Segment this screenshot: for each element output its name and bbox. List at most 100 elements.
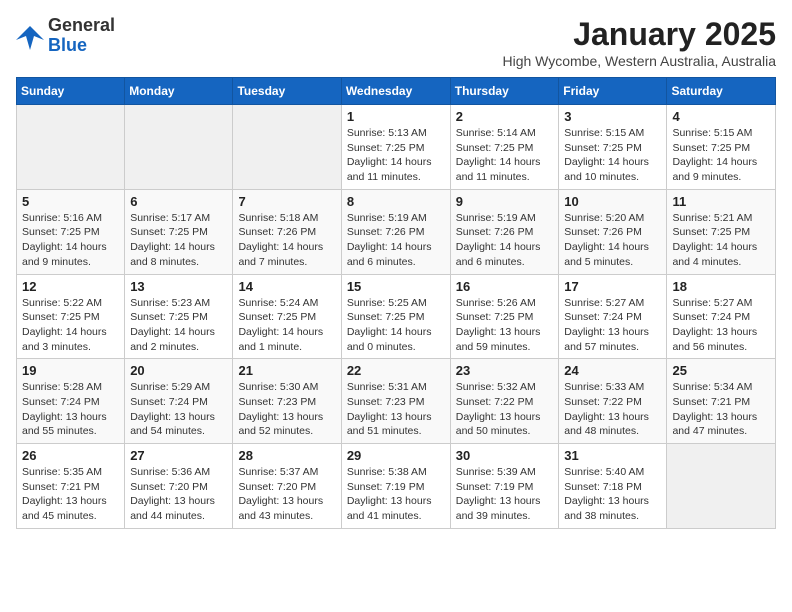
day-info: Sunrise: 5:15 AMSunset: 7:25 PMDaylight:… — [672, 126, 770, 185]
day-info: Sunrise: 5:25 AMSunset: 7:25 PMDaylight:… — [347, 296, 445, 355]
day-info: Sunrise: 5:40 AMSunset: 7:18 PMDaylight:… — [564, 465, 661, 524]
calendar-cell — [17, 105, 125, 190]
calendar-cell: 13 Sunrise: 5:23 AMSunset: 7:25 PMDayligh… — [125, 274, 233, 359]
day-info: Sunrise: 5:23 AMSunset: 7:25 PMDaylight:… — [130, 296, 227, 355]
day-number: 18 — [672, 279, 770, 294]
day-number: 14 — [238, 279, 335, 294]
day-number: 27 — [130, 448, 227, 463]
calendar-cell: 20 Sunrise: 5:29 AMSunset: 7:24 PMDayligh… — [125, 359, 233, 444]
day-info: Sunrise: 5:28 AMSunset: 7:24 PMDaylight:… — [22, 380, 119, 439]
day-info: Sunrise: 5:18 AMSunset: 7:26 PMDaylight:… — [238, 211, 335, 270]
day-info: Sunrise: 5:29 AMSunset: 7:24 PMDaylight:… — [130, 380, 227, 439]
day-number: 28 — [238, 448, 335, 463]
day-info: Sunrise: 5:33 AMSunset: 7:22 PMDaylight:… — [564, 380, 661, 439]
calendar-cell: 19 Sunrise: 5:28 AMSunset: 7:24 PMDayligh… — [17, 359, 125, 444]
logo-blue-text: Blue — [48, 35, 87, 55]
calendar-cell: 26Sunrise: 5:35 AMSunset: 7:21 PMDayligh… — [17, 444, 125, 529]
day-info: Sunrise: 5:17 AMSunset: 7:25 PMDaylight:… — [130, 211, 227, 270]
day-info: Sunrise: 5:37 AMSunset: 7:20 PMDaylight:… — [238, 465, 335, 524]
day-number: 10 — [564, 194, 661, 209]
weekday-header-saturday: Saturday — [667, 78, 776, 105]
day-info: Sunrise: 5:38 AMSunset: 7:19 PMDaylight:… — [347, 465, 445, 524]
calendar-cell: 23 Sunrise: 5:32 AMSunset: 7:22 PMDayligh… — [450, 359, 559, 444]
day-number: 11 — [672, 194, 770, 209]
calendar-cell: 9 Sunrise: 5:19 AMSunset: 7:26 PMDaylight… — [450, 189, 559, 274]
calendar-cell: 17 Sunrise: 5:27 AMSunset: 7:24 PMDayligh… — [559, 274, 667, 359]
day-number: 24 — [564, 363, 661, 378]
day-number: 1 — [347, 109, 445, 124]
day-number: 31 — [564, 448, 661, 463]
calendar-cell — [125, 105, 233, 190]
calendar-cell: 6 Sunrise: 5:17 AMSunset: 7:25 PMDaylight… — [125, 189, 233, 274]
calendar-week-row: 26Sunrise: 5:35 AMSunset: 7:21 PMDayligh… — [17, 444, 776, 529]
day-number: 6 — [130, 194, 227, 209]
day-info: Sunrise: 5:26 AMSunset: 7:25 PMDaylight:… — [456, 296, 554, 355]
calendar-cell: 22 Sunrise: 5:31 AMSunset: 7:23 PMDayligh… — [341, 359, 450, 444]
day-number: 17 — [564, 279, 661, 294]
calendar-week-row: 1Sunrise: 5:13 AMSunset: 7:25 PMDaylight… — [17, 105, 776, 190]
day-info: Sunrise: 5:36 AMSunset: 7:20 PMDaylight:… — [130, 465, 227, 524]
calendar-cell: 3Sunrise: 5:15 AMSunset: 7:25 PMDaylight… — [559, 105, 667, 190]
calendar-cell: 4 Sunrise: 5:15 AMSunset: 7:25 PMDaylight… — [667, 105, 776, 190]
calendar-week-row: 5 Sunrise: 5:16 AMSunset: 7:25 PMDaylight… — [17, 189, 776, 274]
weekday-header-friday: Friday — [559, 78, 667, 105]
logo-general-text: General — [48, 15, 115, 35]
day-number: 22 — [347, 363, 445, 378]
calendar-cell: 16 Sunrise: 5:26 AMSunset: 7:25 PMDayligh… — [450, 274, 559, 359]
calendar-cell: 8Sunrise: 5:19 AMSunset: 7:26 PMDaylight… — [341, 189, 450, 274]
calendar-cell: 5 Sunrise: 5:16 AMSunset: 7:25 PMDaylight… — [17, 189, 125, 274]
calendar-cell: 12 Sunrise: 5:22 AMSunset: 7:25 PMDayligh… — [17, 274, 125, 359]
calendar-cell: 28 Sunrise: 5:37 AMSunset: 7:20 PMDayligh… — [233, 444, 341, 529]
day-info: Sunrise: 5:16 AMSunset: 7:25 PMDaylight:… — [22, 211, 119, 270]
day-info: Sunrise: 5:30 AMSunset: 7:23 PMDaylight:… — [238, 380, 335, 439]
day-info: Sunrise: 5:20 AMSunset: 7:26 PMDaylight:… — [564, 211, 661, 270]
day-number: 2 — [456, 109, 554, 124]
calendar-cell: 24 Sunrise: 5:33 AMSunset: 7:22 PMDayligh… — [559, 359, 667, 444]
day-number: 12 — [22, 279, 119, 294]
title-block: January 2025 High Wycombe, Western Austr… — [502, 16, 776, 69]
calendar-cell: 2 Sunrise: 5:14 AMSunset: 7:25 PMDaylight… — [450, 105, 559, 190]
day-number: 13 — [130, 279, 227, 294]
calendar-cell: 18 Sunrise: 5:27 AMSunset: 7:24 PMDayligh… — [667, 274, 776, 359]
day-info: Sunrise: 5:19 AMSunset: 7:26 PMDaylight:… — [347, 211, 445, 270]
logo-icon — [16, 22, 44, 50]
day-number: 4 — [672, 109, 770, 124]
day-info: Sunrise: 5:31 AMSunset: 7:23 PMDaylight:… — [347, 380, 445, 439]
day-info: Sunrise: 5:22 AMSunset: 7:25 PMDaylight:… — [22, 296, 119, 355]
calendar-cell: 29 Sunrise: 5:38 AMSunset: 7:19 PMDayligh… — [341, 444, 450, 529]
day-number: 19 — [22, 363, 119, 378]
weekday-header-wednesday: Wednesday — [341, 78, 450, 105]
calendar-cell: 14Sunrise: 5:24 AMSunset: 7:25 PMDayligh… — [233, 274, 341, 359]
day-number: 23 — [456, 363, 554, 378]
day-info: Sunrise: 5:34 AMSunset: 7:21 PMDaylight:… — [672, 380, 770, 439]
day-number: 9 — [456, 194, 554, 209]
calendar-cell: 30Sunrise: 5:39 AMSunset: 7:19 PMDayligh… — [450, 444, 559, 529]
weekday-header-row: SundayMondayTuesdayWednesdayThursdayFrid… — [17, 78, 776, 105]
weekday-header-monday: Monday — [125, 78, 233, 105]
calendar-cell: 7Sunrise: 5:18 AMSunset: 7:26 PMDaylight… — [233, 189, 341, 274]
day-number: 5 — [22, 194, 119, 209]
calendar-week-row: 19 Sunrise: 5:28 AMSunset: 7:24 PMDayligh… — [17, 359, 776, 444]
day-info: Sunrise: 5:14 AMSunset: 7:25 PMDaylight:… — [456, 126, 554, 185]
calendar-cell: 25Sunrise: 5:34 AMSunset: 7:21 PMDayligh… — [667, 359, 776, 444]
calendar-cell: 10 Sunrise: 5:20 AMSunset: 7:26 PMDayligh… — [559, 189, 667, 274]
day-info: Sunrise: 5:27 AMSunset: 7:24 PMDaylight:… — [564, 296, 661, 355]
day-number: 15 — [347, 279, 445, 294]
day-info: Sunrise: 5:32 AMSunset: 7:22 PMDaylight:… — [456, 380, 554, 439]
day-number: 16 — [456, 279, 554, 294]
day-number: 3 — [564, 109, 661, 124]
calendar-cell — [667, 444, 776, 529]
day-number: 29 — [347, 448, 445, 463]
day-info: Sunrise: 5:19 AMSunset: 7:26 PMDaylight:… — [456, 211, 554, 270]
calendar-cell: 15 Sunrise: 5:25 AMSunset: 7:25 PMDayligh… — [341, 274, 450, 359]
calendar-table: SundayMondayTuesdayWednesdayThursdayFrid… — [16, 77, 776, 529]
logo: General Blue — [16, 16, 115, 56]
calendar-cell: 31 Sunrise: 5:40 AMSunset: 7:18 PMDayligh… — [559, 444, 667, 529]
page-header: General Blue January 2025 High Wycombe, … — [16, 16, 776, 69]
calendar-cell: 27 Sunrise: 5:36 AMSunset: 7:20 PMDayligh… — [125, 444, 233, 529]
day-info: Sunrise: 5:27 AMSunset: 7:24 PMDaylight:… — [672, 296, 770, 355]
calendar-week-row: 12 Sunrise: 5:22 AMSunset: 7:25 PMDayligh… — [17, 274, 776, 359]
day-number: 20 — [130, 363, 227, 378]
calendar-cell: 21Sunrise: 5:30 AMSunset: 7:23 PMDayligh… — [233, 359, 341, 444]
weekday-header-thursday: Thursday — [450, 78, 559, 105]
